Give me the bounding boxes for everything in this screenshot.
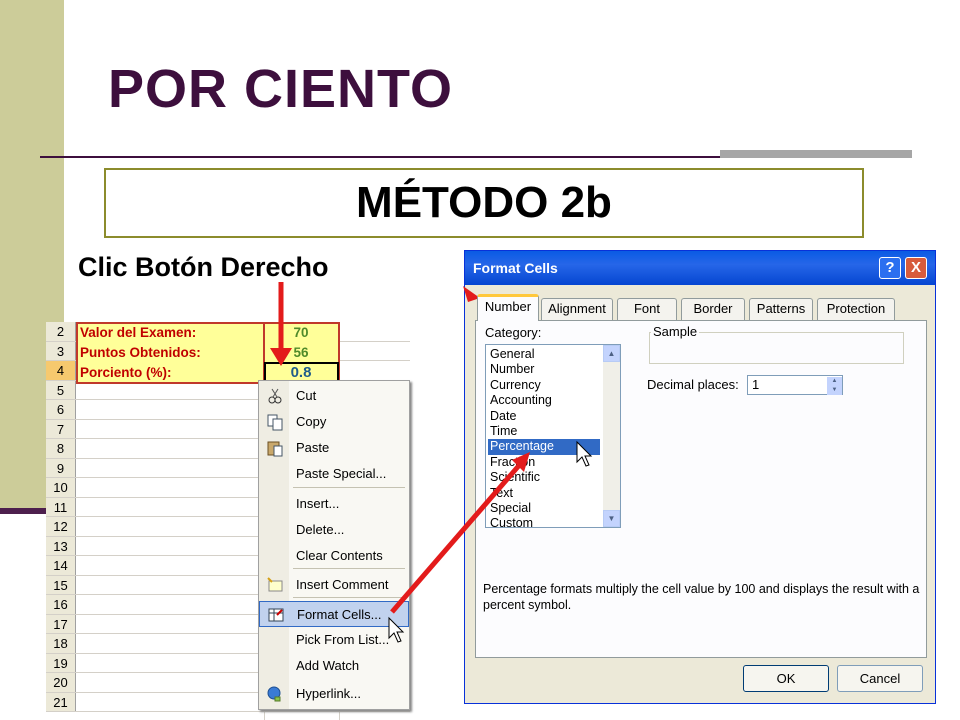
menu-item-add-watch[interactable]: Add Watch xyxy=(259,653,409,679)
menu-item-label: Insert Comment xyxy=(296,577,389,592)
active-cell-outline xyxy=(264,362,339,382)
category-item[interactable]: Time xyxy=(488,424,600,440)
row-header[interactable]: 11 xyxy=(46,497,76,516)
menu-item-insert[interactable]: Insert... xyxy=(259,491,409,517)
menu-item-delete[interactable]: Delete... xyxy=(259,517,409,543)
category-item[interactable]: Fraction xyxy=(488,455,600,471)
ok-button[interactable]: OK xyxy=(743,665,829,692)
menu-item-paste-special[interactable]: Paste Special... xyxy=(259,461,409,487)
row-header[interactable]: 18 xyxy=(46,634,76,653)
tab-number[interactable]: Number xyxy=(477,294,539,321)
category-description: Percentage formats multiply the cell val… xyxy=(483,582,920,612)
label-cell[interactable]: Porciento (%): xyxy=(80,365,172,380)
row-header[interactable]: 2 xyxy=(46,322,76,341)
category-item[interactable]: Scientific xyxy=(488,470,600,486)
menu-item-clear-contents[interactable]: Clear Contents xyxy=(259,543,409,569)
row-header[interactable]: 7 xyxy=(46,419,76,438)
row-header[interactable]: 9 xyxy=(46,458,76,477)
close-button[interactable]: X xyxy=(905,257,927,279)
row-header[interactable]: 20 xyxy=(46,673,76,692)
menu-separator xyxy=(293,487,405,488)
menu-item-label: Hyperlink... xyxy=(296,686,362,701)
menu-item-label: Add Watch xyxy=(296,658,360,673)
category-item[interactable]: Currency xyxy=(488,378,600,394)
spin-up-icon[interactable]: ▲ xyxy=(827,377,842,386)
scroll-down-icon[interactable]: ▼ xyxy=(603,510,620,527)
row-header[interactable]: 16 xyxy=(46,595,76,614)
category-list[interactable]: General Number Currency Accounting Date Time P… xyxy=(485,344,621,530)
category-item[interactable]: Accounting xyxy=(488,393,600,409)
row-header[interactable]: 15 xyxy=(46,575,76,594)
menu-item-insert-comment[interactable]: Insert Comment xyxy=(259,572,409,598)
paste-icon xyxy=(266,439,284,457)
menu-item-label: Cut xyxy=(296,388,317,403)
menu-item-label: Paste Special... xyxy=(296,466,387,481)
decimal-places-label: Decimal places: xyxy=(647,377,739,392)
row-header[interactable]: 10 xyxy=(46,478,76,497)
copy-icon xyxy=(266,413,284,431)
menu-item-label: Pick From List... xyxy=(296,632,390,647)
category-item[interactable]: Percentage xyxy=(488,439,600,455)
method-box: MÉTODO 2b xyxy=(104,168,864,238)
row-header[interactable]: 8 xyxy=(46,439,76,458)
menu-item-copy[interactable]: Copy xyxy=(259,409,409,435)
menu-item-label: Clear Contents xyxy=(296,548,383,563)
row-header[interactable]: 5 xyxy=(46,380,76,399)
method-heading: MÉTODO 2b xyxy=(356,178,612,227)
menu-item-pick-from-list[interactable]: Pick From List... xyxy=(259,627,409,653)
format-cells-icon xyxy=(267,606,285,624)
dialog-title: Format Cells xyxy=(473,260,558,276)
spin-down-icon[interactable]: ▼ xyxy=(827,386,842,395)
row-header[interactable]: 19 xyxy=(46,653,76,672)
help-button[interactable]: ? xyxy=(879,257,901,279)
menu-item-label: Format Cells... xyxy=(297,607,382,622)
label-cell[interactable]: Puntos Obtenidos: xyxy=(80,345,201,360)
tab-border[interactable]: Border xyxy=(681,298,745,320)
value-cell[interactable]: 56 xyxy=(266,345,336,360)
menu-item-paste[interactable]: Paste xyxy=(259,435,409,461)
scroll-up-icon[interactable]: ▲ xyxy=(603,345,620,362)
menu-item-label: Copy xyxy=(296,414,327,429)
cancel-button[interactable]: Cancel xyxy=(837,665,923,692)
context-menu: Cut Copy Paste Paste Special... Insert... Del… xyxy=(258,380,410,710)
tab-protection[interactable]: Protection xyxy=(817,298,895,320)
title-divider-accent xyxy=(720,150,912,158)
row-header[interactable]: 21 xyxy=(46,692,76,711)
menu-item-format-cells[interactable]: Format Cells... xyxy=(259,601,409,627)
format-cells-dialog: Format Cells ? X Number Alignment Font B… xyxy=(464,250,936,704)
hyperlink-icon xyxy=(266,685,284,703)
row-header[interactable]: 12 xyxy=(46,517,76,536)
category-item[interactable]: Text xyxy=(488,486,600,502)
category-scrollbar[interactable]: ▲ ▼ xyxy=(603,345,620,527)
category-item[interactable]: Date xyxy=(488,409,600,425)
dialog-titlebar[interactable]: Format Cells ? X xyxy=(465,251,935,285)
slide-title: POR CIENTO xyxy=(108,59,454,119)
category-label: Category: xyxy=(485,325,542,340)
menu-item-cut[interactable]: Cut xyxy=(259,383,409,409)
title-divider xyxy=(40,156,730,158)
category-item[interactable]: Number xyxy=(488,362,600,378)
tab-alignment[interactable]: Alignment xyxy=(541,298,613,320)
sample-label: Sample xyxy=(651,324,700,339)
row-header[interactable]: 14 xyxy=(46,556,76,575)
category-item[interactable]: Custom xyxy=(488,516,600,532)
label-cell[interactable]: Valor del Examen: xyxy=(80,325,196,340)
value-cell[interactable]: 70 xyxy=(266,325,336,340)
row-header[interactable]: 4 xyxy=(46,361,76,380)
menu-item-hyperlink[interactable]: Hyperlink... xyxy=(259,681,409,707)
menu-item-label: Paste xyxy=(296,440,330,455)
scissors-icon xyxy=(266,387,284,405)
tab-font[interactable]: Font xyxy=(617,298,677,320)
tab-patterns[interactable]: Patterns xyxy=(749,298,813,320)
comment-icon xyxy=(266,576,284,594)
row-header[interactable]: 3 xyxy=(46,341,76,360)
category-item[interactable]: Special xyxy=(488,501,600,517)
row-header[interactable]: 6 xyxy=(46,400,76,419)
row-header[interactable]: 17 xyxy=(46,614,76,633)
menu-item-label: Insert... xyxy=(296,496,340,511)
row-header[interactable]: 13 xyxy=(46,536,76,555)
category-item[interactable]: General xyxy=(488,347,600,363)
menu-item-label: Delete... xyxy=(296,522,345,537)
instruction-label: Clic Botón Derecho xyxy=(78,252,329,282)
